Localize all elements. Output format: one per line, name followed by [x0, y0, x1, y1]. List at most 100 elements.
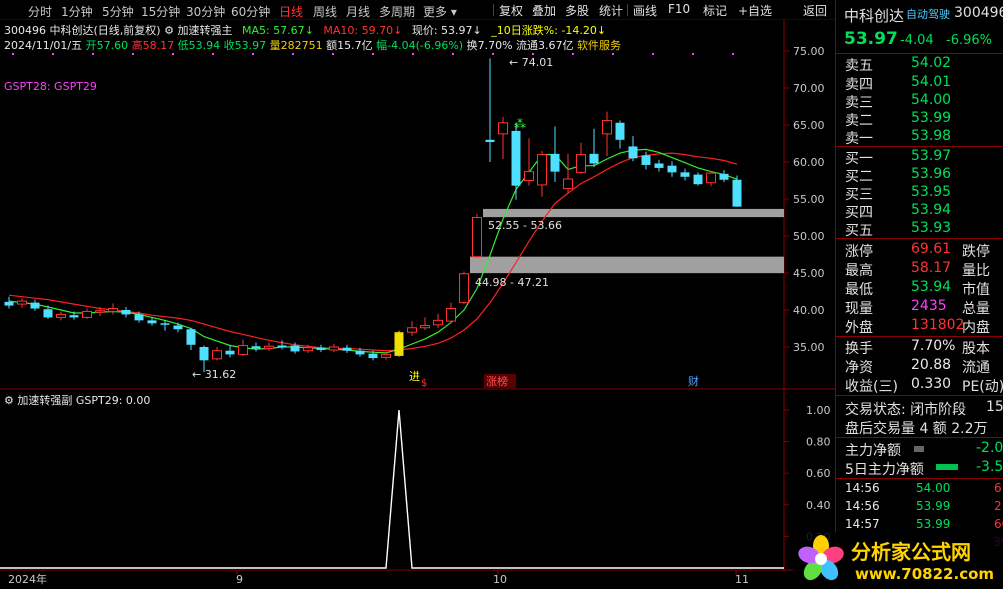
bid-price: 53.94: [911, 202, 952, 218]
watermark-url: www.70822.com: [855, 565, 995, 583]
candle-body: [134, 314, 144, 321]
site-watermark: 分析家公式网 www.70822.com: [793, 532, 1003, 589]
main-net5-row: 5日主力净额 -3.55: [836, 459, 1003, 478]
candle-body: [511, 130, 521, 186]
stat-label: 外盘: [845, 320, 873, 336]
ma5-line-group: [8, 148, 738, 354]
toolbar-divider: [627, 4, 628, 16]
period-tab-weekly[interactable]: 周线: [313, 3, 337, 20]
period-tab-more[interactable]: 更多 ▾: [423, 3, 457, 20]
marker-dot: [172, 53, 174, 55]
period-tab-multi[interactable]: 多周期: [379, 3, 415, 20]
stat-value: 0.330: [911, 376, 952, 392]
limit-up-badge: 涨榜: [486, 374, 508, 388]
stat-value: 69.61: [911, 241, 952, 257]
watermark-title: 分析家公式网: [851, 540, 971, 564]
marker-dot: [332, 53, 334, 55]
period-tab-5min[interactable]: 5分钟: [102, 3, 134, 20]
candle-body: [420, 325, 430, 329]
period-tab-30min[interactable]: 30分钟: [186, 3, 225, 20]
main-net-row: 主力净额 -2.00: [836, 440, 1003, 459]
stats-button[interactable]: 统计: [596, 1, 626, 19]
gspt29-line-group: [0, 409, 784, 569]
candle-body: [251, 346, 261, 349]
bid-price: 53.93: [911, 220, 952, 236]
main-net5-value: -3.55: [976, 459, 1003, 475]
candle-body: [316, 347, 326, 350]
main-net5-bar: [936, 464, 958, 470]
ask-row: 卖一 53.98: [836, 128, 1003, 147]
mark-button[interactable]: 标记: [700, 1, 730, 19]
marker-dot: [572, 53, 574, 55]
stat-label: 换手: [845, 341, 873, 357]
ask-price: 54.01: [911, 74, 952, 90]
stat-row: 收益(三) 0.330 PE(动): [836, 376, 1003, 395]
sub-tick-label: 0.40: [806, 499, 831, 512]
kline-chart[interactable]: 75.00 70.00 65.00 60.00 55.00 50.00 45.00 40.00…: [0, 20, 835, 390]
candle-body: [628, 146, 638, 159]
period-tab-fenshi[interactable]: 分时: [28, 3, 52, 20]
marker-dot: [412, 53, 414, 55]
quote-panel: 中科创达 自动驾驶 300496 53.97 -4.04 -6.96% 卖五 54…: [835, 0, 1003, 589]
price-tick-label: 60.00: [793, 156, 825, 169]
ask-price: 54.02: [911, 55, 952, 71]
period-toolbar: 分时 1分钟 5分钟 15分钟 30分钟 60分钟 日线 周线 月线 多周期 更…: [0, 0, 835, 20]
stat-label2: 流通: [962, 360, 990, 376]
candle-body: [433, 319, 443, 326]
price-tick-label: 35.00: [793, 341, 825, 354]
candle-body: [56, 313, 66, 318]
stat-row: 净资 20.88 流通: [836, 357, 1003, 376]
main-net-label: 主力净额: [845, 443, 901, 459]
candle-body: [30, 302, 40, 309]
high-annotation: ← 74.01: [509, 56, 553, 69]
indicator-chart[interactable]: 1.000.800.600.400.20: [0, 390, 835, 572]
period-tab-1min[interactable]: 1分钟: [61, 3, 93, 20]
ask-row: 卖二 53.99: [836, 110, 1003, 129]
candle-body: [524, 171, 534, 181]
candle-body: [238, 345, 248, 355]
zone2-annotation: 44.98 - 47.21: [475, 276, 549, 289]
tick-time: 14:56: [845, 481, 880, 495]
stat-label: 现量: [845, 301, 873, 317]
bid-row: 买五 53.93: [836, 220, 1003, 239]
candle-body: [82, 310, 92, 318]
overlay-button[interactable]: 叠加: [529, 1, 559, 19]
stat-row: 涨停 69.61 跌停: [836, 241, 1003, 260]
tick-vol: 2: [994, 499, 1002, 513]
stat-value: 58.17: [911, 260, 952, 276]
adjust-button[interactable]: 复权: [496, 1, 526, 19]
marker-dot: [292, 53, 294, 55]
f10-button[interactable]: F10: [665, 1, 693, 19]
candle-body: [654, 163, 664, 168]
candle-body: [680, 172, 690, 177]
multi-stock-button[interactable]: 多股: [562, 1, 592, 19]
candle-body: [459, 273, 469, 304]
candle-body: [43, 309, 53, 318]
zone-lower: [470, 256, 784, 274]
candle-body: [121, 310, 131, 315]
candle-body: [394, 332, 404, 356]
tick-time: 14:56: [845, 499, 880, 513]
tick-time: 14:57: [845, 517, 880, 531]
back-button[interactable]: 返回: [800, 1, 830, 19]
concept-badge[interactable]: 自动驾驶: [906, 6, 950, 22]
drawline-button[interactable]: 画线: [630, 1, 660, 19]
dollar-marker: $: [421, 378, 427, 389]
marker-dot: [132, 53, 134, 55]
period-tab-60min[interactable]: 60分钟: [231, 3, 270, 20]
period-tab-15min[interactable]: 15分钟: [141, 3, 180, 20]
ask-label: 卖五: [845, 58, 873, 74]
bid-label: 买二: [845, 169, 873, 185]
marker-dot: [212, 53, 214, 55]
add-watchlist-button[interactable]: +自选: [735, 1, 775, 19]
candle-body: [732, 179, 742, 207]
stat-label: 最低: [845, 282, 873, 298]
tick-row: 14:56 53.99 2: [836, 499, 1003, 518]
period-tab-monthly[interactable]: 月线: [346, 3, 370, 20]
sub-tick-label: 1.00: [806, 404, 831, 417]
candle-body: [355, 350, 365, 355]
period-tab-daily[interactable]: 日线: [279, 3, 303, 20]
candle-body: [368, 353, 378, 359]
price-axis: 75.00 70.00 65.00 60.00 55.00 50.00 45.00 40.00…: [784, 45, 825, 354]
candle-body: [290, 345, 300, 352]
